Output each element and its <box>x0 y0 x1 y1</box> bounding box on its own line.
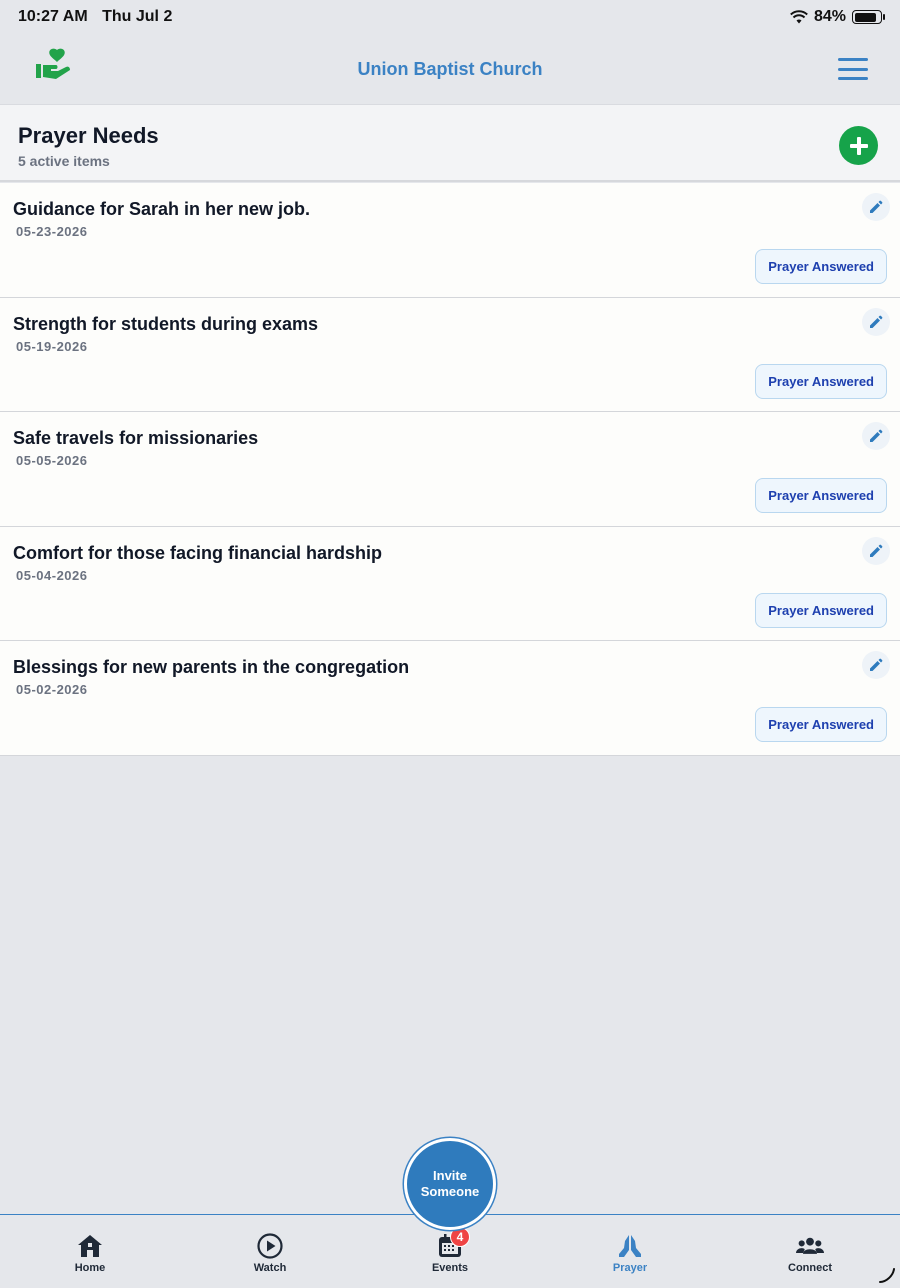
prayer-title: Blessings for new parents in the congreg… <box>13 657 410 677</box>
prayer-answered-button[interactable]: Prayer Answered <box>755 592 887 628</box>
list-item[interactable]: Safe travels for missionaries 05-05-2026… <box>0 412 900 527</box>
prayer-answered-button[interactable]: Prayer Answered <box>755 707 887 742</box>
add-prayer-button[interactable] <box>839 126 878 165</box>
status-time: 10:27 AM <box>18 8 88 25</box>
pencil-icon <box>870 315 883 328</box>
list-item[interactable]: Strength for students during exams 05-19… <box>0 297 900 412</box>
prayer-title: Strength for students during exams <box>13 313 319 334</box>
heart-hand-logo-icon <box>36 48 70 79</box>
tab-home[interactable]: Home <box>0 1215 180 1288</box>
active-count: 5 active items <box>18 153 110 169</box>
app-header: Union Baptist Church <box>0 34 900 104</box>
list-item[interactable]: Comfort for those facing financial hards… <box>0 526 900 641</box>
tab-label: Prayer <box>612 1262 648 1274</box>
edit-button[interactable] <box>862 651 890 679</box>
edit-button[interactable] <box>862 307 890 336</box>
prayer-title: Safe travels for missionaries <box>13 428 259 448</box>
pencil-icon <box>870 544 883 557</box>
tab-label: Connect <box>788 1262 832 1274</box>
tab-prayer[interactable]: Prayer <box>540 1215 720 1288</box>
home-icon <box>76 1232 104 1260</box>
list-item[interactable]: Guidance for Sarah in her new job. 05-23… <box>0 183 900 298</box>
prayer-date: 05-05-2026 <box>16 453 88 468</box>
events-badge: 4 <box>450 1227 470 1247</box>
edit-button[interactable] <box>862 422 890 450</box>
pencil-icon <box>870 429 883 442</box>
pencil-icon <box>870 658 883 671</box>
status-bar: 10:27 AM Thu Jul 2 84% <box>0 0 900 34</box>
page-title: Prayer Needs <box>18 123 159 148</box>
list-item[interactable]: Blessings for new parents in the congreg… <box>0 641 900 756</box>
tab-label: Home <box>74 1262 106 1274</box>
status-right: 84% <box>790 8 885 26</box>
status-left: 10:27 AM Thu Jul 2 <box>18 8 182 26</box>
play-circle-icon <box>256 1232 284 1260</box>
pencil-icon <box>870 200 883 213</box>
prayer-title: Guidance for Sarah in her new job. <box>13 199 311 219</box>
edit-button[interactable] <box>862 193 890 221</box>
edit-button[interactable] <box>862 536 890 565</box>
battery-percent: 84% <box>813 8 846 25</box>
hamburger-menu-icon[interactable] <box>838 58 868 80</box>
tab-label: Events <box>431 1262 469 1274</box>
prayer-list: Guidance for Sarah in her new job. 05-23… <box>0 183 900 756</box>
status-date: Thu Jul 2 <box>102 8 173 25</box>
prayer-date: 05-23-2026 <box>16 224 88 239</box>
invite-someone-button[interactable]: Invite Someone <box>404 1138 496 1230</box>
tab-connect[interactable]: Connect <box>720 1215 900 1288</box>
prayer-answered-button[interactable]: Prayer Answered <box>755 478 887 513</box>
prayer-title: Comfort for those facing financial hards… <box>13 542 383 563</box>
prayer-answered-button[interactable]: Prayer Answered <box>755 363 887 399</box>
tab-watch[interactable]: Watch <box>180 1215 360 1288</box>
battery-icon <box>852 10 885 24</box>
prayer-date: 05-02-2026 <box>16 682 88 697</box>
section-header: Prayer Needs 5 active items <box>0 104 900 182</box>
resize-handle-icon <box>879 1268 895 1283</box>
prayer-date: 05-19-2026 <box>16 338 88 354</box>
prayer-date: 05-04-2026 <box>16 567 88 583</box>
wifi-icon <box>790 10 808 24</box>
people-icon <box>796 1232 824 1260</box>
prayer-answered-button[interactable]: Prayer Answered <box>755 249 887 284</box>
tab-label: Watch <box>253 1262 287 1274</box>
plus-icon <box>849 136 868 155</box>
praying-hands-icon <box>616 1232 644 1260</box>
app-title: Union Baptist Church <box>357 58 543 79</box>
